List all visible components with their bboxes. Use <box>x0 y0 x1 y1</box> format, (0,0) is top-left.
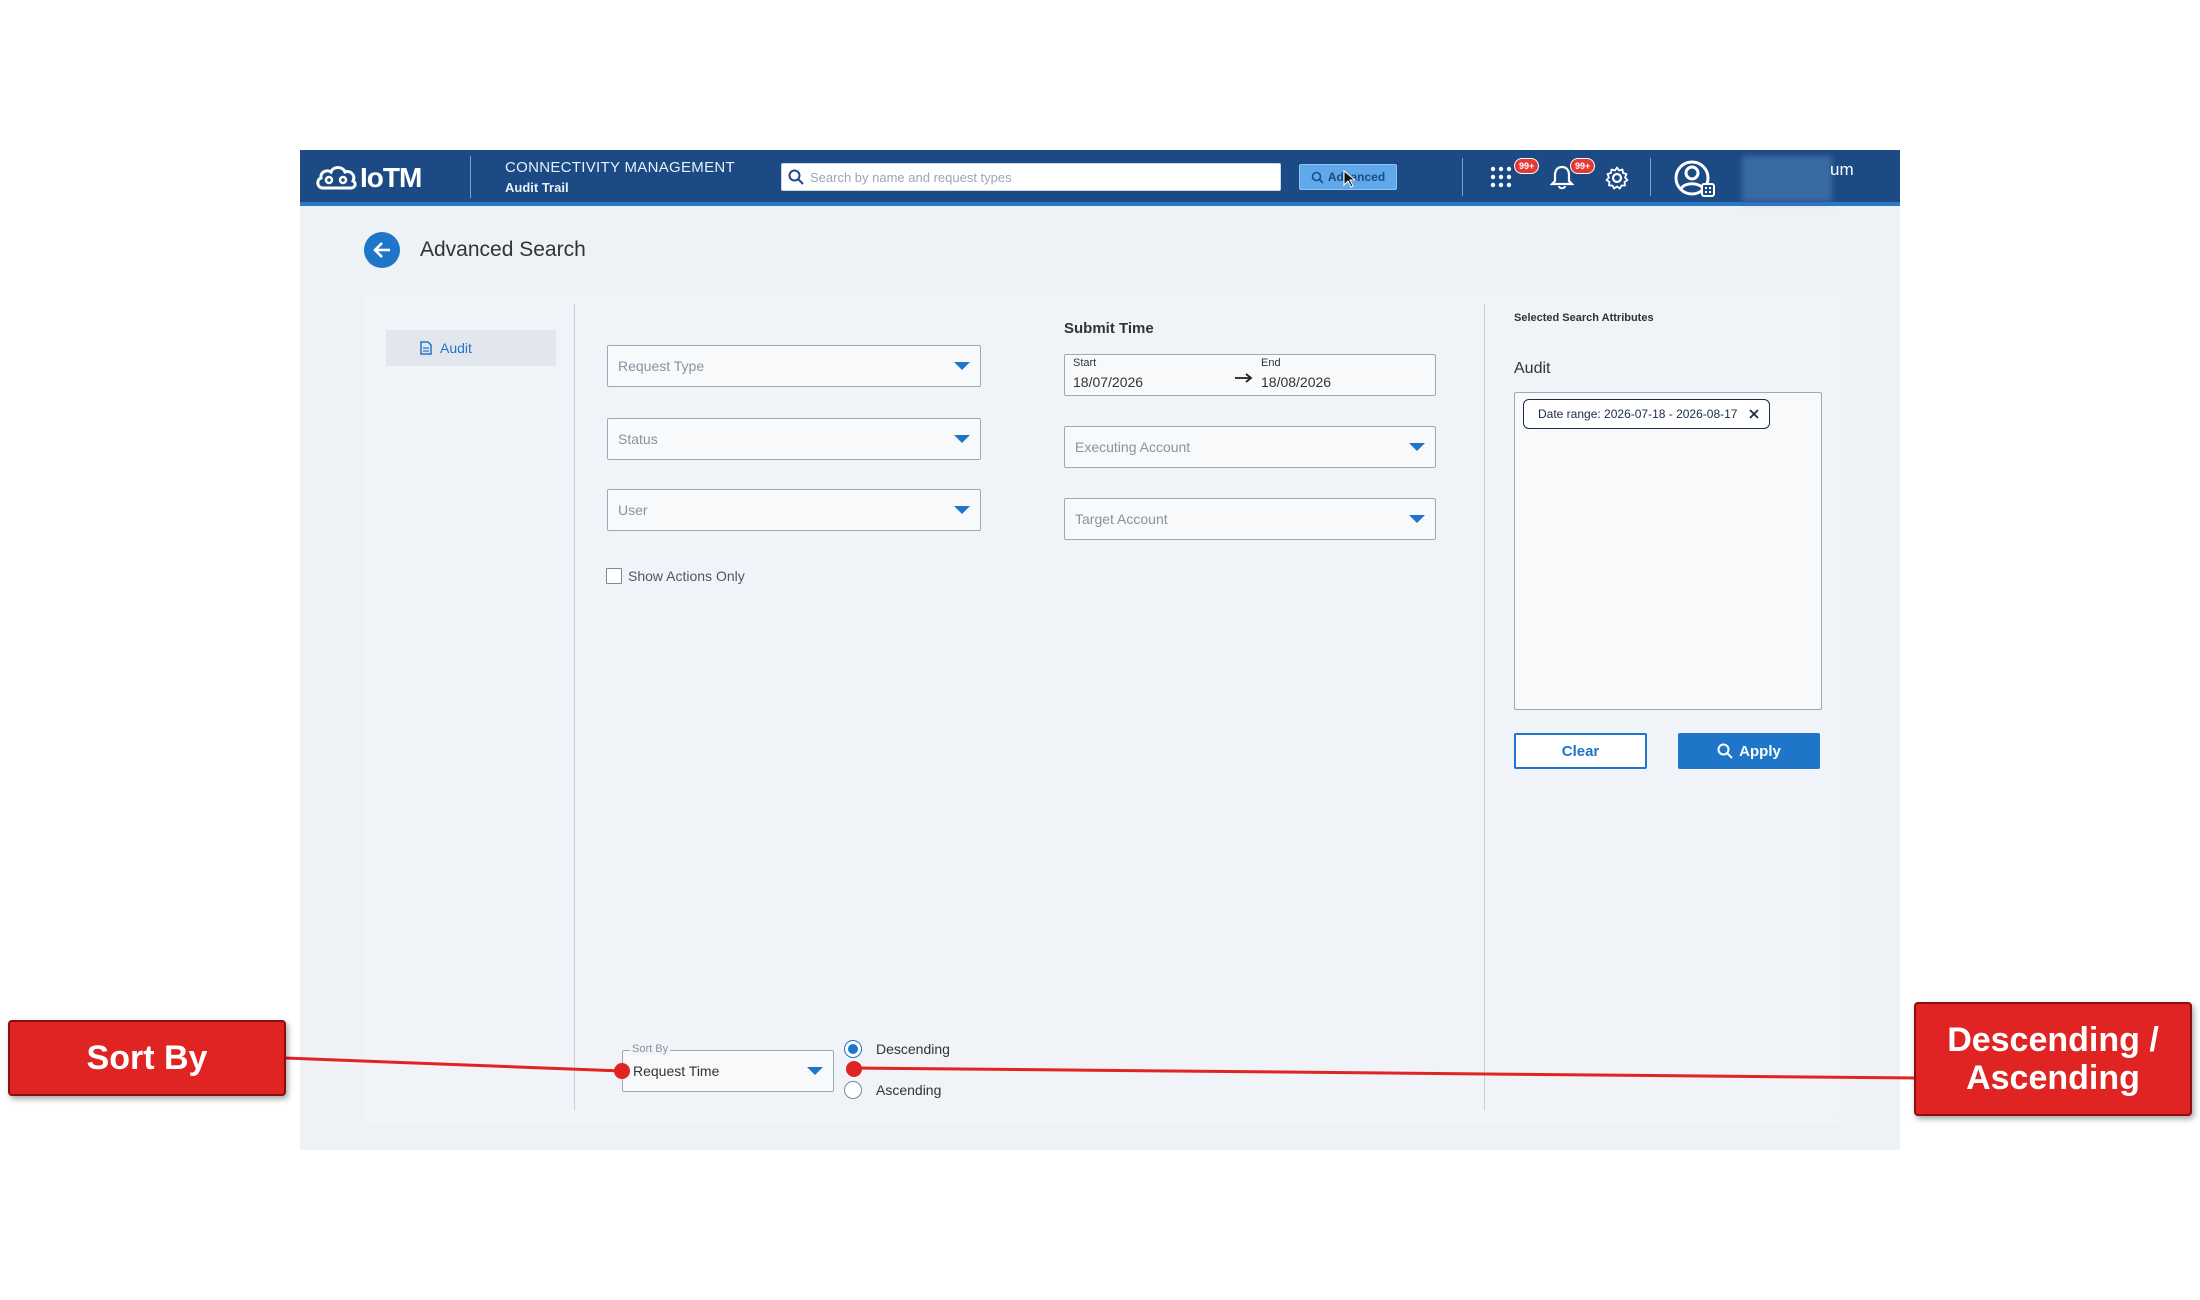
order-connector <box>853 1066 1916 1080</box>
order-callout-line1: Descending / <box>1947 1021 2159 1059</box>
sort-by-marker <box>614 1063 630 1079</box>
sort-by-connector <box>284 1056 623 1073</box>
annotation-lines <box>284 1056 1916 1080</box>
sort-by-callout-text: Sort By <box>86 1038 208 1077</box>
order-callout-line2: Ascending <box>1966 1059 2140 1097</box>
order-marker <box>846 1061 862 1077</box>
order-callout: Descending / Ascending <box>1914 1002 2192 1116</box>
sort-by-callout: Sort By <box>8 1020 286 1096</box>
